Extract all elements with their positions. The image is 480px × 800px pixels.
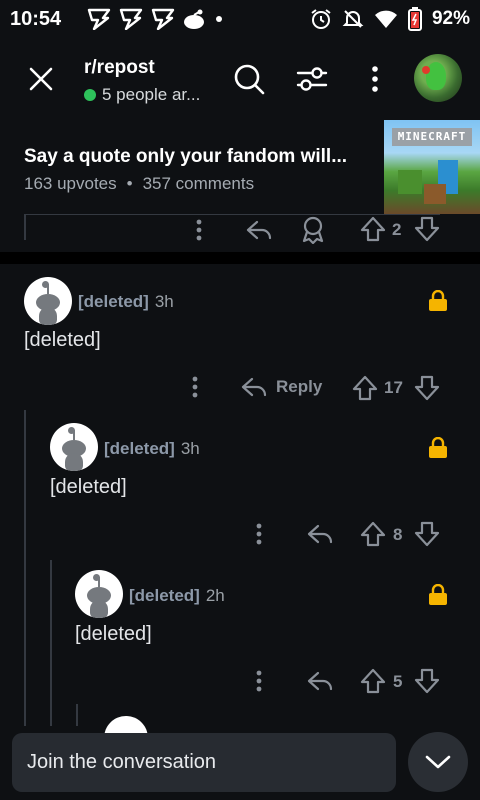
upvote-icon[interactable] [360, 521, 386, 547]
close-icon[interactable] [26, 64, 56, 94]
notification-icons [86, 8, 226, 30]
collapse-button[interactable] [408, 732, 468, 792]
reply-label: Reply [276, 377, 323, 396]
award-icon[interactable] [300, 216, 326, 244]
lock-icon [429, 584, 447, 605]
more-options-icon[interactable] [250, 522, 268, 546]
battery-icon [407, 7, 422, 31]
online-dot-icon [84, 89, 96, 101]
bolt-notification-icon [87, 8, 111, 30]
more-options-icon[interactable] [186, 375, 204, 399]
comment-body: [deleted] [24, 329, 101, 351]
subreddit-name[interactable]: r/repost [84, 57, 155, 79]
reply-icon [241, 377, 267, 397]
reply-icon[interactable] [245, 218, 273, 242]
comment-avatar[interactable] [24, 277, 72, 325]
upvote-count: 163 upvotes [24, 174, 117, 193]
meta-separator: • [126, 174, 133, 193]
section-divider [0, 252, 480, 264]
upvote-icon[interactable] [352, 375, 378, 401]
user-avatar[interactable] [414, 54, 462, 102]
thread-header: r/repost 5 people ar... [0, 38, 480, 118]
downvote-icon[interactable] [414, 216, 440, 242]
reply-button[interactable]: Reply [240, 375, 322, 399]
vote-count: 8 [393, 525, 403, 544]
downvote-icon[interactable] [414, 521, 440, 547]
more-options-icon[interactable] [190, 218, 208, 242]
post-summary[interactable]: Say a quote only your fandom will... 163… [0, 118, 480, 214]
comment-avatar[interactable] [75, 570, 123, 618]
comment-actions [186, 375, 204, 399]
comment-author[interactable]: [deleted] 3h [78, 292, 174, 312]
downvote-icon[interactable] [414, 375, 440, 401]
chevron-down-icon [425, 755, 451, 769]
search-icon[interactable] [232, 62, 266, 96]
bolt-notification-icon [151, 8, 175, 30]
online-count: 5 people ar... [84, 85, 200, 105]
online-text: 5 people ar... [102, 85, 201, 104]
join-conversation-placeholder: Join the conversation [27, 751, 217, 773]
reply-icon[interactable] [306, 522, 334, 546]
post-meta: 163 upvotes • 357 comments [24, 174, 254, 194]
vote-count: 17 [384, 378, 403, 397]
upvote-icon[interactable] [360, 668, 386, 694]
comment-age: 3h [180, 439, 200, 458]
comment-age: 2h [205, 586, 225, 605]
vote-count: 2 [392, 220, 402, 239]
comment-age: 3h [154, 292, 174, 311]
reddit-notification-icon [184, 9, 204, 29]
lock-icon [429, 437, 447, 458]
lock-icon [429, 290, 447, 311]
post-thumbnail[interactable]: MINECRAFT [384, 120, 480, 214]
vote-count: 5 [393, 672, 403, 691]
thumbnail-logo: MINECRAFT [392, 128, 472, 146]
thread-line [76, 704, 78, 726]
previous-comment-actions: 2 [0, 214, 480, 244]
thread-line [24, 410, 26, 726]
thread-line [50, 560, 52, 726]
comment-body: [deleted] [50, 476, 127, 498]
mute-icon [342, 10, 364, 28]
wifi-icon [374, 10, 397, 28]
alarm-icon [311, 9, 331, 29]
status-bar: 10:54 92% [0, 0, 480, 38]
upvote-icon[interactable] [360, 216, 386, 242]
more-options-icon[interactable] [250, 669, 268, 693]
bolt-notification-icon [119, 8, 143, 30]
comment-body: [deleted] [75, 623, 152, 645]
battery-percent: 92% [431, 8, 470, 29]
filter-icon[interactable] [295, 62, 329, 96]
comment-author[interactable]: [deleted] 2h [129, 586, 225, 606]
post-title[interactable]: Say a quote only your fandom will... [24, 146, 347, 168]
reply-icon[interactable] [306, 669, 334, 693]
dot-icon [216, 16, 222, 22]
comment-author[interactable]: [deleted] 3h [104, 439, 200, 459]
status-time: 10:54 [10, 7, 62, 30]
join-conversation-input[interactable]: Join the conversation [12, 733, 396, 792]
comment-count: 357 comments [142, 174, 255, 193]
downvote-icon[interactable] [414, 668, 440, 694]
more-vertical-icon[interactable] [358, 62, 392, 96]
comment-avatar[interactable] [50, 423, 98, 471]
